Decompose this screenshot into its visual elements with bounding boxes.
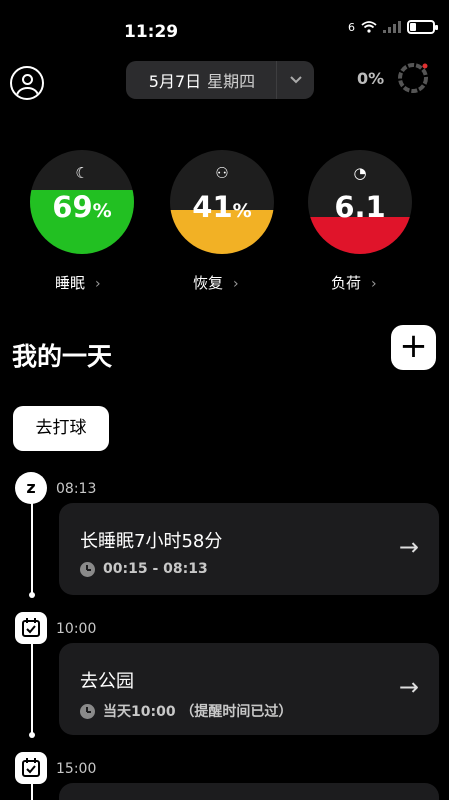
timeline-time: 10:00 <box>56 621 97 637</box>
signal-label: 6 <box>348 20 355 34</box>
gauge-label[interactable]: 负荷 › <box>331 272 377 293</box>
activity-tag-button[interactable]: 去打球 <box>13 406 109 451</box>
clock-icon <box>80 703 95 719</box>
meditation-icon: ⚇ <box>215 164 229 182</box>
timeline-card[interactable] <box>59 783 439 800</box>
add-button[interactable]: + <box>391 325 436 370</box>
timeline-time: 08:13 <box>56 481 97 497</box>
speedometer-icon: ◔ <box>353 164 367 182</box>
chevron-down-icon[interactable] <box>276 61 314 99</box>
date-selector[interactable]: 5月7日 星期四 <box>126 61 314 99</box>
gauge-value: 41% <box>170 190 274 224</box>
calendar-icon <box>15 612 47 644</box>
sleep-moon-icon: ☾ <box>75 164 89 182</box>
gauge-1[interactable]: ⚇ 41% <box>170 150 274 254</box>
date-label: 5月7日 <box>148 72 202 91</box>
gauge-unit: % <box>92 200 112 222</box>
gauge-2[interactable]: ◔ 6.1 <box>308 150 412 254</box>
gauge-unit: % <box>232 200 252 222</box>
card-title: 去公园 <box>80 671 134 692</box>
calendar-icon <box>15 752 47 784</box>
date-text: 5月7日 星期四 <box>126 68 276 92</box>
progress-ring-icon[interactable] <box>396 61 430 95</box>
card-sub-text: 00:15 - 08:13 <box>103 561 208 577</box>
gauge-label-text: 恢复 <box>193 274 224 292</box>
timeline-time: 15:00 <box>56 761 97 777</box>
gauge-value: 6.1 <box>308 190 412 224</box>
weekday-label: 星期四 <box>207 72 256 91</box>
timeline-card[interactable]: 去公园 当天10:00 （提醒时间已过） → <box>59 643 439 735</box>
profile-icon[interactable] <box>10 66 44 100</box>
gauge-number: 69 <box>52 190 93 224</box>
chevron-right-icon: › <box>95 276 101 292</box>
cellular-signal-icon <box>383 21 401 33</box>
card-subtitle: 当天10:00 （提醒时间已过） <box>80 701 292 721</box>
gauge-number: 41 <box>192 190 233 224</box>
timeline-dot <box>29 732 35 738</box>
timeline-line <box>31 640 33 735</box>
timeline-dot <box>29 592 35 598</box>
card-title: 长睡眠7小时58分 <box>80 531 223 552</box>
gauge-0[interactable]: ☾ 69% <box>30 150 134 254</box>
timeline-card[interactable]: 长睡眠7小时58分 00:15 - 08:13 → <box>59 503 439 595</box>
clock-icon <box>80 561 95 577</box>
wifi-icon <box>361 21 377 33</box>
sleep-icon: z <box>15 472 47 504</box>
gauge-number: 6.1 <box>334 190 386 224</box>
arrow-right-icon: → <box>398 533 419 561</box>
gauge-value: 69% <box>30 190 134 224</box>
arrow-right-icon: → <box>398 673 419 701</box>
chevron-right-icon: › <box>371 276 377 292</box>
gauge-label-text: 睡眠 <box>55 274 86 292</box>
gauge-label[interactable]: 睡眠 › <box>55 272 101 293</box>
status-icons: 6 <box>348 20 438 34</box>
chevron-right-icon: › <box>233 276 239 292</box>
status-time: 11:29 <box>124 22 179 42</box>
timeline-line <box>31 500 33 595</box>
card-sub-text: 当天10:00 （提醒时间已过） <box>103 704 293 720</box>
battery-icon <box>407 20 438 34</box>
gauge-label-text: 负荷 <box>331 274 362 292</box>
progress-percent: 0% <box>357 69 385 88</box>
gauge-label[interactable]: 恢复 › <box>193 272 239 293</box>
section-title: 我的一天 <box>12 342 113 371</box>
card-subtitle: 00:15 - 08:13 <box>80 561 208 577</box>
